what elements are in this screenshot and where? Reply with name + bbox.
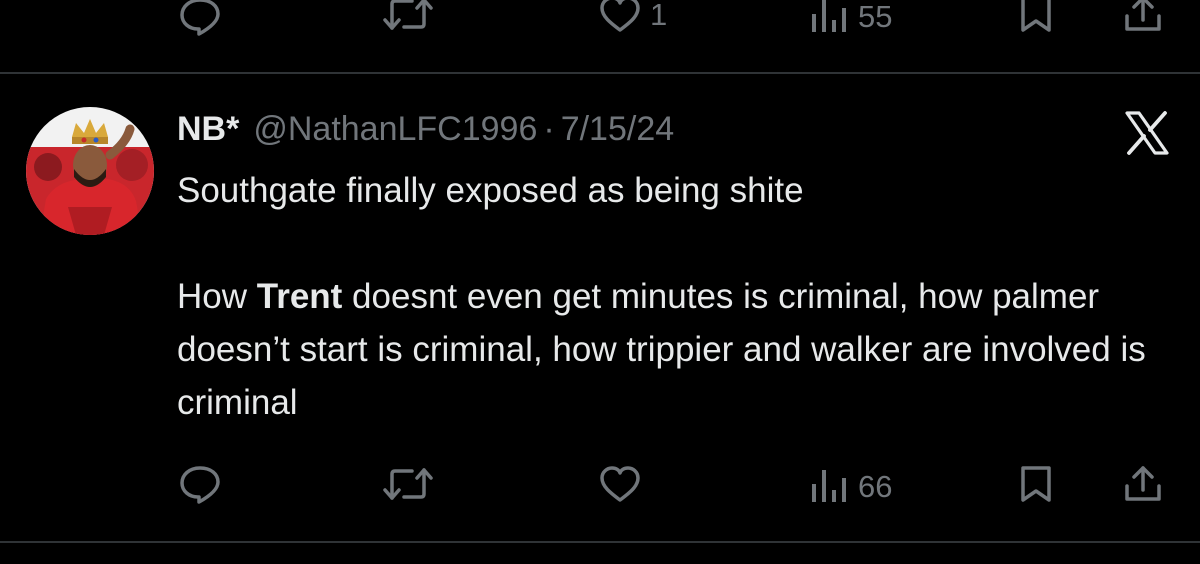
views-button[interactable]: 66	[806, 466, 892, 506]
like-button-top[interactable]: 1	[598, 0, 667, 34]
retweet-button-top[interactable]	[382, 0, 442, 34]
retweet-button[interactable]	[382, 464, 442, 504]
x-logo[interactable]	[1123, 111, 1171, 155]
reply-icon	[180, 0, 220, 36]
share-icon	[1125, 0, 1161, 31]
like-button[interactable]	[598, 464, 650, 504]
top-action-bar: 1 55	[0, 0, 1200, 44]
divider-top	[0, 72, 1200, 74]
reply-icon	[180, 466, 220, 504]
share-button-top[interactable]	[1122, 0, 1164, 34]
bookmark-icon	[1021, 0, 1051, 32]
display-name[interactable]: NB*	[177, 110, 239, 149]
views-count-top: 55	[858, 0, 893, 34]
tweet-action-bar: 66	[0, 462, 1200, 522]
tweet-text-bold: Trent	[256, 277, 343, 316]
views-icon	[812, 470, 846, 502]
bookmark-icon	[1021, 466, 1051, 502]
share-icon	[1125, 466, 1161, 501]
tweet-header: NB* @NathanLFC1996 · 7/15/24	[177, 107, 674, 151]
avatar-image	[26, 107, 154, 235]
views-count: 66	[858, 468, 893, 504]
divider-bottom	[0, 541, 1200, 543]
x-logo-icon	[1125, 111, 1169, 155]
bookmark-button-top[interactable]	[1016, 0, 1056, 34]
reply-button[interactable]	[178, 464, 230, 504]
views-button-top[interactable]: 55	[806, 0, 892, 36]
tweet-text-paragraph-2: How Trent doesnt even get minutes is cri…	[177, 270, 1177, 429]
tweet-text-prefix: How	[177, 277, 257, 316]
tweet-text-line-1: Southgate finally exposed as being shite	[177, 171, 804, 210]
like-icon	[600, 466, 640, 502]
retweet-icon	[383, 468, 433, 500]
tweet-date[interactable]: 7/15/24	[561, 110, 674, 149]
bookmark-button[interactable]	[1016, 464, 1056, 504]
like-icon	[600, 0, 640, 32]
retweet-icon	[383, 0, 433, 30]
separator-dot: ·	[543, 109, 555, 148]
like-count-top: 1	[650, 0, 668, 32]
share-button[interactable]	[1122, 464, 1164, 504]
tweet-text: Southgate finally exposed as being shite…	[177, 164, 1177, 429]
reply-button-top[interactable]	[178, 0, 230, 36]
user-handle[interactable]: @NathanLFC1996	[253, 110, 537, 149]
views-icon	[812, 0, 846, 32]
avatar[interactable]	[26, 107, 154, 235]
